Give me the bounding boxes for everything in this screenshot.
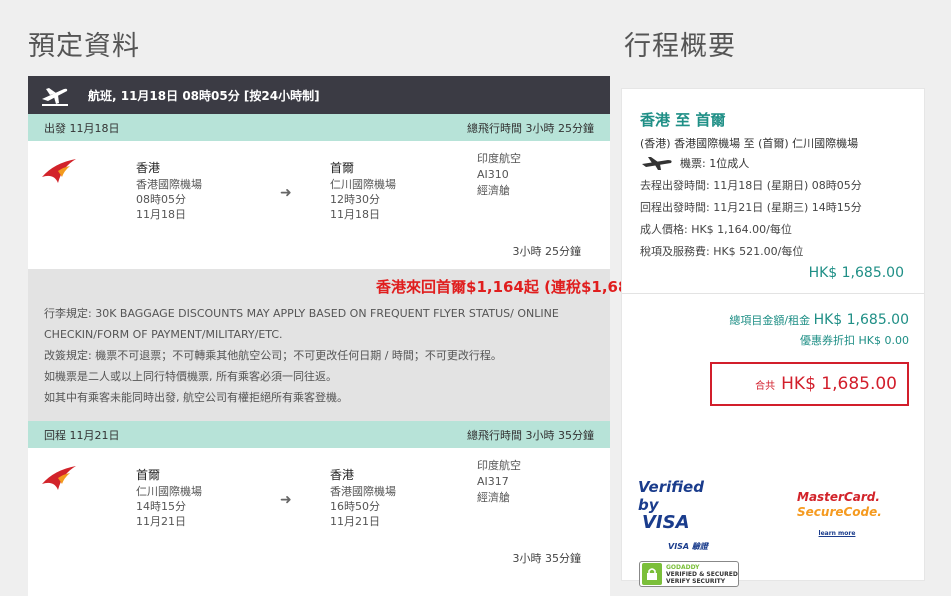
return-date-label: 回程 11月21日 — [44, 428, 120, 442]
booking-details-heading: 預定資料 — [28, 31, 140, 62]
adult-price: 成人價格: HK$ 1,164.00/每位 — [640, 223, 792, 236]
baggage-rule: 行李規定: 30K BAGGAGE DISCOUNTS MAY APPLY BA… — [44, 307, 559, 320]
cabin-class: 經濟艙 — [477, 184, 510, 197]
discount-label: 優惠券折扣 — [800, 334, 856, 347]
total-label: 總項目金額/租金 — [729, 314, 811, 327]
flight-number: AI317 — [477, 475, 509, 488]
route-title: 香港 至 首爾 — [640, 111, 726, 129]
grand-total-box: 合共 HK$ 1,685.00 — [710, 362, 909, 406]
baggage-rule-cont: CHECKIN/FORM OF PAYMENT/MILITARY/ETC. — [44, 328, 283, 341]
flight-number: AI310 — [477, 168, 509, 181]
promo-banner: 香港來回首爾$1,164起 (連稅$1,685起) — [376, 278, 661, 296]
grand-total-amount: HK$ 1,685.00 — [781, 374, 897, 394]
air-india-logo-icon — [42, 159, 76, 183]
return-carrier: 印度航空 AI317 經濟艙 — [477, 458, 521, 506]
booking-details-panel: 航班, 11月18日 08時05分 [按24小時制] 出發 11月18日 總飛行… — [28, 76, 661, 596]
destination-city: 首爾 — [330, 161, 355, 175]
group-rule: 如機票是二人或以上同行特價機票, 所有乘客必須一同往返。 — [44, 370, 337, 383]
return-origin: 首爾 仁川國際機場 14時15分 11月21日 — [136, 468, 202, 529]
summary-block: 香港 至 首爾 (香港) 香港國際機場 至 (首爾) 仁川國際機場 機票: 1位… — [622, 89, 924, 281]
msc-line1: MasterCard. — [797, 490, 880, 504]
itinerary-summary-heading: 行程概要 — [624, 31, 736, 62]
msc-line2: SecureCode. — [797, 505, 882, 519]
airline-name: 印度航空 — [477, 152, 521, 165]
return-duration: 3小時 35分鐘 — [512, 552, 582, 565]
return-total-duration: 總飛行時間 3小時 35分鐘 — [467, 428, 594, 442]
outbound-total-duration: 總飛行時間 3小時 25分鐘 — [467, 121, 594, 135]
godaddy-line2: VERIFY SECURITY — [666, 577, 726, 585]
origin-city: 香港 — [136, 161, 161, 175]
destination-airport: 仁川國際機場 — [330, 178, 396, 191]
itinerary-summary-panel: 香港 至 首爾 (香港) 香港國際機場 至 (首爾) 仁川國際機場 機票: 1位… — [621, 88, 925, 587]
origin-time: 14時15分 — [136, 500, 186, 513]
grand-total-label: 合共 — [755, 380, 776, 392]
vbv-line2: VISA — [642, 512, 690, 533]
arrow-right-icon: ➜ — [280, 492, 292, 508]
godaddy-line1: VERIFIED & SECURED — [666, 570, 738, 578]
verified-by-visa-badge[interactable]: Verified by VISA VISA 驗證 — [638, 478, 722, 556]
air-india-logo-icon — [42, 466, 76, 490]
depart-time: 去程出發時間: 11月18日 (星期日) 08時05分 — [640, 179, 862, 192]
return-destination: 香港 香港國際機場 16時50分 11月21日 — [330, 468, 396, 529]
fare-rules-notes: 香港來回首爾$1,164起 (連稅$1,685起) 行李規定: 30K BAGG… — [28, 269, 661, 421]
subtotal-amount: HK$ 1,685.00 — [808, 265, 904, 281]
airplane-takeoff-icon — [42, 88, 68, 106]
origin-time: 08時05分 — [136, 193, 186, 206]
flight-header-text: 航班, 11月18日 08時05分 [按24小時制] — [88, 88, 320, 103]
airline-name: 印度航空 — [477, 459, 521, 472]
godaddy-seal[interactable]: GODADDY VERIFIED & SECURED VERIFY SECURI… — [639, 561, 739, 587]
learn-more-link[interactable]: learn more — [797, 526, 877, 541]
flight-header: 航班, 11月18日 08時05分 [按24小時制] — [28, 76, 610, 114]
total-line: 總項目金額/租金 HK$ 1,685.00 — [640, 312, 909, 328]
ticket-count-text: 機票: 1位成人 — [680, 157, 750, 170]
outbound-duration: 3小時 25分鐘 — [512, 245, 582, 258]
godaddy-brand: GODADDY — [666, 563, 700, 571]
outbound-origin: 香港 香港國際機場 08時05分 11月18日 — [136, 161, 202, 222]
destination-time: 16時50分 — [330, 500, 380, 513]
ticket-count: 機票: 1位成人 — [640, 155, 906, 171]
origin-airport: 香港國際機場 — [136, 178, 202, 191]
return-leg-bar: 回程 11月21日 總飛行時間 3小時 35分鐘 — [28, 421, 610, 448]
outbound-leg-details: 香港 香港國際機場 08時05分 11月18日 ➜ 首爾 仁川國際機場 12時3… — [28, 141, 610, 269]
total-amount: HK$ 1,685.00 — [813, 312, 909, 328]
lock-icon — [642, 563, 662, 585]
boarding-rule: 如其中有乘客未能同時出發, 航空公司有權拒絕所有乘客登機。 — [44, 391, 348, 404]
return-leg-details: 首爾 仁川國際機場 14時15分 11月21日 ➜ 香港 香港國際機場 16時5… — [28, 448, 610, 576]
route-airports: (香港) 香港國際機場 至 (首爾) 仁川國際機場 — [640, 137, 859, 150]
cabin-class: 經濟艙 — [477, 491, 510, 504]
change-rule: 改簽規定: 機票不可退票；不可轉乘其他航空公司；不可更改任何日期 / 時間；不可… — [44, 349, 502, 362]
destination-date: 11月21日 — [330, 515, 380, 528]
outbound-date-label: 出發 11月18日 — [44, 121, 120, 135]
outbound-carrier: 印度航空 AI310 經濟艙 — [477, 151, 521, 199]
arrow-right-icon: ➜ — [280, 185, 292, 201]
destination-city: 香港 — [330, 468, 355, 482]
destination-airport: 香港國際機場 — [330, 485, 396, 498]
outbound-destination: 首爾 仁川國際機場 12時30分 11月18日 — [330, 161, 396, 222]
vbv-line1: Verified by — [638, 478, 704, 514]
airplane-icon — [642, 157, 672, 170]
destination-time: 12時30分 — [330, 193, 380, 206]
totals-block: 總項目金額/租金 HK$ 1,685.00 優惠券折扣 HK$ 0.00 合共 … — [622, 294, 924, 406]
security-badges: Verified by VISA VISA 驗證 MasterCard. Sec… — [622, 406, 924, 587]
origin-city: 首爾 — [136, 468, 161, 482]
return-time: 回程出發時間: 11月21日 (星期三) 14時15分 — [640, 201, 862, 214]
vbv-line3: VISA 驗證 — [668, 542, 708, 551]
discount-amount: HK$ 0.00 — [858, 334, 909, 347]
origin-date: 11月21日 — [136, 515, 186, 528]
origin-date: 11月18日 — [136, 208, 186, 221]
discount-line: 優惠券折扣 HK$ 0.00 — [640, 332, 909, 348]
mastercard-securecode-badge[interactable]: MasterCard. SecureCode. learn more — [797, 490, 882, 541]
destination-date: 11月18日 — [330, 208, 380, 221]
origin-airport: 仁川國際機場 — [136, 485, 202, 498]
tax-fee: 稅項及服務費: HK$ 521.00/每位 — [640, 245, 804, 258]
outbound-leg-bar: 出發 11月18日 總飛行時間 3小時 25分鐘 — [28, 114, 610, 141]
